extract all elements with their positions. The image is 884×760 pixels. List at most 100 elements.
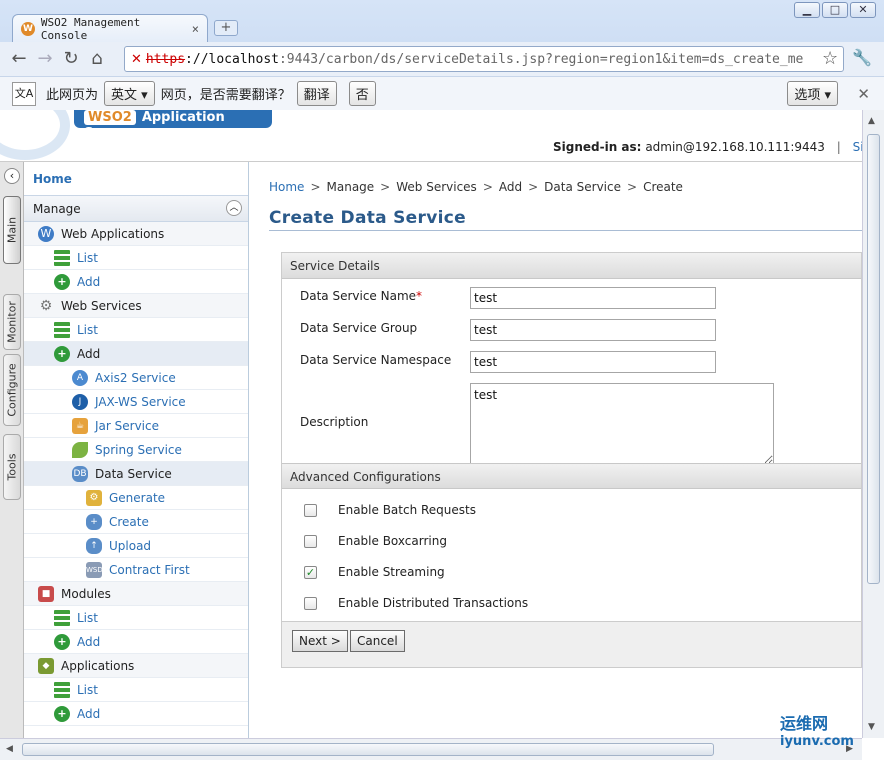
menu-item-modules-add[interactable]: + Add <box>24 630 248 654</box>
batch-requests-checkbox[interactable] <box>304 504 317 517</box>
menu-item-apps-add[interactable]: + Add <box>24 702 248 726</box>
breadcrumb: Home > Manage > Web Services > Add > Data Servic… <box>269 180 683 194</box>
menu-section-manage: Manage ︿ <box>24 196 248 222</box>
breadcrumb-home[interactable]: Home <box>269 180 304 194</box>
menu-item-web-services[interactable]: ⚙ Web Services <box>24 294 248 318</box>
sign-out-link[interactable]: Sig <box>853 140 862 154</box>
menu-item-modules[interactable]: ■ Modules <box>24 582 248 606</box>
description-textarea[interactable]: test <box>470 383 774 465</box>
breadcrumb-create: Create <box>643 180 683 194</box>
list-icon <box>54 249 70 266</box>
service-details-heading: Service Details <box>282 253 861 279</box>
boxcarring-checkbox[interactable] <box>304 535 317 548</box>
tab-main-label: Main <box>5 216 19 244</box>
menu-item-spring-service[interactable]: Spring Service <box>24 438 248 462</box>
menu-item-ws-list[interactable]: List <box>24 318 248 342</box>
forward-arrow-icon[interactable]: → <box>32 47 58 71</box>
wso2-favicon-icon: W <box>21 21 35 36</box>
menu-item-webapp-list[interactable]: List <box>24 246 248 270</box>
minimize-button[interactable]: ▁ <box>794 2 820 18</box>
menu-item-label: Spring Service <box>95 442 182 457</box>
insecure-lock-icon[interactable]: ✕ <box>131 52 142 67</box>
menu-item-data-service[interactable]: DB Data Service <box>24 462 248 486</box>
generate-icon: ⚙ <box>86 489 102 506</box>
menu-item-label: JAX-WS Service <box>95 394 186 409</box>
breadcrumb-manage: Manage <box>326 180 375 194</box>
scroll-down-icon[interactable]: ▼ <box>868 722 875 732</box>
home-icon[interactable]: ⌂ <box>84 47 110 71</box>
close-window-button[interactable]: ✕ <box>850 2 876 18</box>
breadcrumb-separator: > <box>310 180 321 194</box>
window-controls: ▁ □ ✕ <box>794 2 876 18</box>
menu-item-axis2-service[interactable]: A Axis2 Service <box>24 366 248 390</box>
translate-close-icon[interactable]: ✕ <box>857 85 870 103</box>
header-separator: | <box>836 140 841 154</box>
vertical-tab-strip: ‹ Main Monitor Configure Tools <box>0 162 24 738</box>
menu-home-link[interactable]: Home <box>24 162 248 196</box>
menu-item-jaxws-service[interactable]: J JAX-WS Service <box>24 390 248 414</box>
menu-item-generate[interactable]: ⚙ Generate <box>24 486 248 510</box>
reload-icon[interactable]: ↻ <box>58 47 84 71</box>
new-tab-button[interactable]: + <box>214 20 238 36</box>
translate-options-button[interactable]: 选项 ▾ <box>787 81 838 106</box>
globe-icon: W <box>38 225 54 242</box>
menu-item-jar-service[interactable]: ☕ Jar Service <box>24 414 248 438</box>
tab-configure[interactable]: Configure <box>3 354 21 426</box>
maximize-button[interactable]: □ <box>822 2 848 18</box>
breadcrumb-web-services: Web Services <box>396 180 477 194</box>
add-icon: + <box>54 633 70 650</box>
menu-item-contract-first[interactable]: WSDL Contract First <box>24 558 248 582</box>
menu-item-modules-list[interactable]: List <box>24 606 248 630</box>
horizontal-scrollbar[interactable]: ◀ ▶ <box>0 738 862 760</box>
service-namespace-input[interactable] <box>470 351 716 373</box>
app-header: WSO2 Application Server Signed-in as: adm… <box>0 110 862 162</box>
menu-item-upload[interactable]: ↑ Upload <box>24 534 248 558</box>
menu-item-label: Upload <box>109 538 152 553</box>
menu-item-label: List <box>77 322 98 337</box>
streaming-checkbox[interactable]: ✓ <box>304 566 317 579</box>
menu-item-applications[interactable]: ◆ Applications <box>24 654 248 678</box>
horizontal-scroll-thumb[interactable] <box>22 743 714 756</box>
modules-icon: ■ <box>38 585 54 602</box>
translate-button[interactable]: 翻译 <box>296 81 337 106</box>
back-arrow-icon[interactable]: ← <box>6 47 32 71</box>
menu-item-ws-add[interactable]: + Add <box>24 342 248 366</box>
wrench-menu-icon[interactable]: 🔧 <box>852 48 872 67</box>
menu-item-web-applications[interactable]: W Web Applications <box>24 222 248 246</box>
scroll-up-icon[interactable]: ▲ <box>868 116 875 126</box>
bookmark-star-icon[interactable]: ☆ <box>822 48 838 69</box>
header-gear-decoration <box>0 110 70 160</box>
no-translate-button[interactable]: 否 <box>348 81 376 106</box>
menu-item-label: Applications <box>61 658 135 673</box>
vertical-scroll-thumb[interactable] <box>867 134 880 584</box>
scroll-left-icon[interactable]: ◀ <box>6 744 13 754</box>
service-name-input[interactable] <box>470 287 716 309</box>
distributed-transactions-checkbox[interactable] <box>304 597 317 610</box>
menu-item-label: List <box>77 682 98 697</box>
collapse-menu-icon[interactable]: ‹ <box>4 168 20 184</box>
menu-item-webapp-add[interactable]: + Add <box>24 270 248 294</box>
tab-monitor[interactable]: Monitor <box>3 294 21 350</box>
vertical-scrollbar[interactable]: ▲ ▼ <box>862 110 884 738</box>
address-bar[interactable]: ✕ https ://localhost :9443/carbon/ds/ser… <box>124 46 844 72</box>
applications-icon: ◆ <box>38 657 54 674</box>
menu-section-label: Manage <box>33 202 81 216</box>
browser-tab[interactable]: W WSO2 Management Console × <box>12 14 208 42</box>
upload-icon: ↑ <box>86 537 102 554</box>
menu-item-apps-list[interactable]: List <box>24 678 248 702</box>
list-icon <box>54 609 70 626</box>
title-divider <box>269 230 862 231</box>
menu-item-create[interactable]: + Create <box>24 510 248 534</box>
browser-toolbar: ← → ↻ ⌂ ✕ https ://localhost :9443/carbo… <box>0 42 884 76</box>
tab-close-icon[interactable]: × <box>192 22 199 36</box>
service-namespace-label: Data Service Namespace <box>300 353 452 367</box>
service-group-input[interactable] <box>470 319 716 341</box>
list-icon <box>54 321 70 338</box>
tab-main[interactable]: Main <box>3 196 21 264</box>
cancel-button[interactable]: Cancel <box>350 630 405 652</box>
next-button[interactable]: Next > <box>292 630 348 652</box>
language-select[interactable]: 英文 ▾ <box>104 81 155 106</box>
collapse-section-icon[interactable]: ︿ <box>226 200 242 216</box>
tab-tools[interactable]: Tools <box>3 434 21 500</box>
translate-text-prefix: 此网页为 <box>46 88 99 103</box>
